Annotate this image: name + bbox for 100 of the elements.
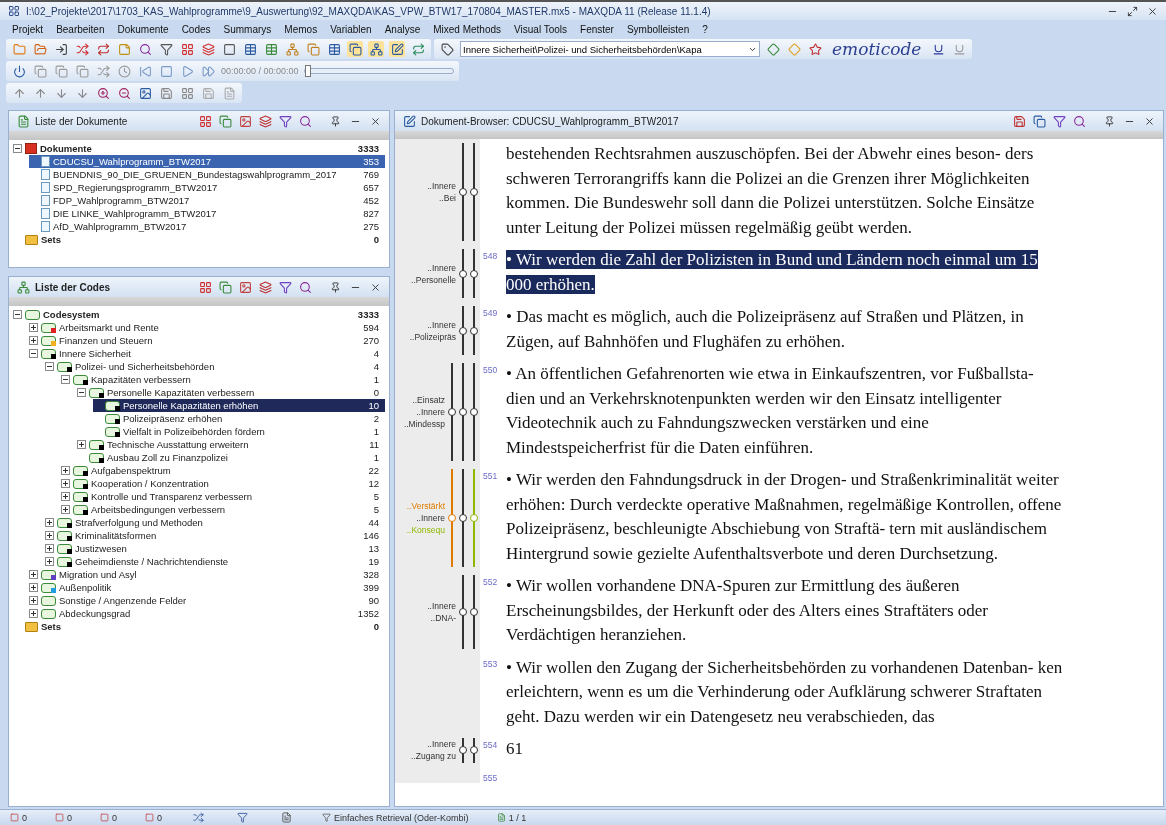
tree-item[interactable]: Arbeitsbedingungen verbessern 5	[61, 503, 385, 516]
code-label[interactable]: ..Innere	[427, 738, 456, 751]
search-icon[interactable]	[137, 41, 153, 57]
grid-icon[interactable]	[197, 113, 213, 129]
network-icon[interactable]	[284, 41, 300, 57]
tree-item[interactable]: Vielfalt in Polizeibehörden fördern 1	[93, 425, 385, 438]
edit-icon[interactable]	[401, 113, 417, 129]
expand-toggle[interactable]	[61, 492, 70, 501]
code-label[interactable]: ..Zugang zu	[411, 750, 456, 763]
import-icon[interactable]	[53, 41, 69, 57]
image-icon[interactable]	[237, 113, 253, 129]
edit-icon[interactable]	[389, 41, 405, 57]
menu-item[interactable]: ?	[702, 23, 708, 35]
filter-icon[interactable]	[1051, 113, 1067, 129]
expand-toggle[interactable]	[45, 544, 54, 553]
power-icon[interactable]	[11, 63, 27, 79]
menu-item[interactable]: Dokumente	[117, 23, 169, 35]
expand-toggle[interactable]	[45, 557, 54, 566]
copy-icon[interactable]	[32, 63, 48, 79]
menu-item[interactable]: Symbolleisten	[626, 23, 690, 35]
expand-toggle[interactable]	[29, 336, 38, 345]
copy-icon[interactable]	[305, 41, 321, 57]
code-label[interactable]: ..Innere	[427, 599, 456, 612]
expand-toggle[interactable]	[45, 531, 54, 540]
tree-item[interactable]: Personelle Kapazitäten erhöhen 10	[93, 399, 385, 412]
tree-item[interactable]: Abdeckungsgrad 1352	[29, 607, 385, 620]
tree-item[interactable]: AfD_Wahlprogramm_BTW2017 275	[29, 220, 385, 233]
grid-icon[interactable]	[179, 85, 195, 101]
save-icon[interactable]	[1011, 113, 1027, 129]
table-icon[interactable]	[326, 41, 342, 57]
slider-thumb[interactable]	[304, 65, 311, 77]
menu-item[interactable]: Codes	[181, 23, 211, 35]
tree-item[interactable]: Ausbau Zoll zu Finanzpolizei 1	[77, 451, 385, 464]
tree-item[interactable]: Sets 0	[13, 233, 385, 246]
tree-item[interactable]: Kriminalitätsformen 146	[45, 529, 385, 542]
code-label[interactable]: ..Einsatz	[412, 394, 445, 406]
expand-toggle[interactable]	[45, 518, 54, 527]
code-label[interactable]: ..Bei	[439, 192, 456, 204]
menu-item[interactable]: Variablen	[330, 23, 372, 35]
folder-icon[interactable]	[11, 41, 27, 57]
collapse-toggle[interactable]	[13, 310, 22, 319]
tree-item[interactable]: CDUCSU_Wahlprogramm_BTW2017 353	[29, 155, 385, 168]
repeat-icon[interactable]	[95, 41, 111, 57]
tree-item[interactable]: Finanzen und Steuern 270	[29, 334, 385, 347]
zoom-in-icon[interactable]	[95, 85, 111, 101]
filter-icon[interactable]	[158, 41, 174, 57]
emoticode-logo[interactable]: emoticode	[828, 39, 926, 59]
tree-item[interactable]: Polizei- und Sicherheitsbehörden 4	[45, 360, 385, 373]
collapse-toggle[interactable]	[61, 375, 70, 384]
menu-item[interactable]: Analyse	[384, 23, 421, 35]
shuffle-icon[interactable]	[74, 41, 90, 57]
code-label[interactable]: ..Innere	[416, 512, 445, 524]
expand-toggle[interactable]	[61, 479, 70, 488]
code-label[interactable]: ..Innere	[427, 180, 456, 192]
search-icon[interactable]	[1071, 113, 1087, 129]
expand-toggle[interactable]	[29, 609, 38, 618]
stop-icon[interactable]	[158, 63, 174, 79]
tree-item[interactable]: Geheimdienste / Nachrichtendienste 19	[45, 555, 385, 568]
menu-item[interactable]: Mixed Methods	[433, 23, 502, 35]
clock-icon[interactable]	[116, 63, 132, 79]
repeat-icon[interactable]	[410, 41, 426, 57]
expand-toggle[interactable]	[61, 466, 70, 475]
code-label[interactable]: ..Innere	[416, 406, 445, 418]
collapse-toggle[interactable]	[13, 144, 22, 153]
zoom-out-icon[interactable]	[116, 85, 132, 101]
tree-item[interactable]: Justizwesen 13	[45, 542, 385, 555]
code-label[interactable]: ..Mindessp	[403, 418, 445, 430]
menu-item[interactable]: Fenster	[580, 23, 614, 35]
tree-item[interactable]: Strafverfolgung und Methoden 44	[45, 516, 385, 529]
menu-item[interactable]: Bearbeiten	[56, 23, 105, 35]
layers-icon[interactable]	[257, 113, 273, 129]
expand-toggle[interactable]	[29, 583, 38, 592]
collapse-toggle[interactable]	[77, 388, 86, 397]
tree-item[interactable]: Aufgabenspektrum 22	[61, 464, 385, 477]
tree-item[interactable]: Personelle Kapazitäten verbessern 0	[77, 386, 385, 399]
diamond-icon[interactable]	[765, 41, 781, 57]
tree-item[interactable]: Sonstige / Angenzende Felder 90	[29, 594, 385, 607]
code-combo[interactable]: Innere Sicherheit\Polizei- und Sicherheitsbehörden\Kapa	[460, 41, 760, 57]
folder-open-icon[interactable]	[32, 41, 48, 57]
layers-icon[interactable]	[257, 279, 273, 295]
tree-item[interactable]: DIE LINKE_Wahlprogramm_BTW2017 827	[29, 207, 385, 220]
tree-item[interactable]: Kooperation / Konzentration 12	[61, 477, 385, 490]
expand-toggle[interactable]	[61, 505, 70, 514]
collapse-toggle[interactable]	[29, 349, 38, 358]
tree-item[interactable]: Codesystem 3333	[13, 308, 385, 321]
expand-toggle[interactable]	[29, 323, 38, 332]
layers-icon[interactable]	[200, 41, 216, 57]
menu-item[interactable]: Summarys	[223, 23, 272, 35]
filter-icon[interactable]	[277, 113, 293, 129]
menu-item[interactable]: Visual Tools	[514, 23, 568, 35]
image-icon[interactable]	[237, 279, 253, 295]
table-icon[interactable]	[242, 41, 258, 57]
grid-icon[interactable]	[197, 279, 213, 295]
copy-icon[interactable]	[217, 279, 233, 295]
search-icon[interactable]	[297, 279, 313, 295]
star-icon[interactable]	[807, 41, 823, 57]
filter-icon[interactable]	[277, 279, 293, 295]
tree-item[interactable]: Innere Sicherheit 4	[29, 347, 385, 360]
tree-item[interactable]: Außenpolitik 399	[29, 581, 385, 594]
tree-item[interactable]: FDP_Wahlprogramm_BTW2017 452	[29, 194, 385, 207]
